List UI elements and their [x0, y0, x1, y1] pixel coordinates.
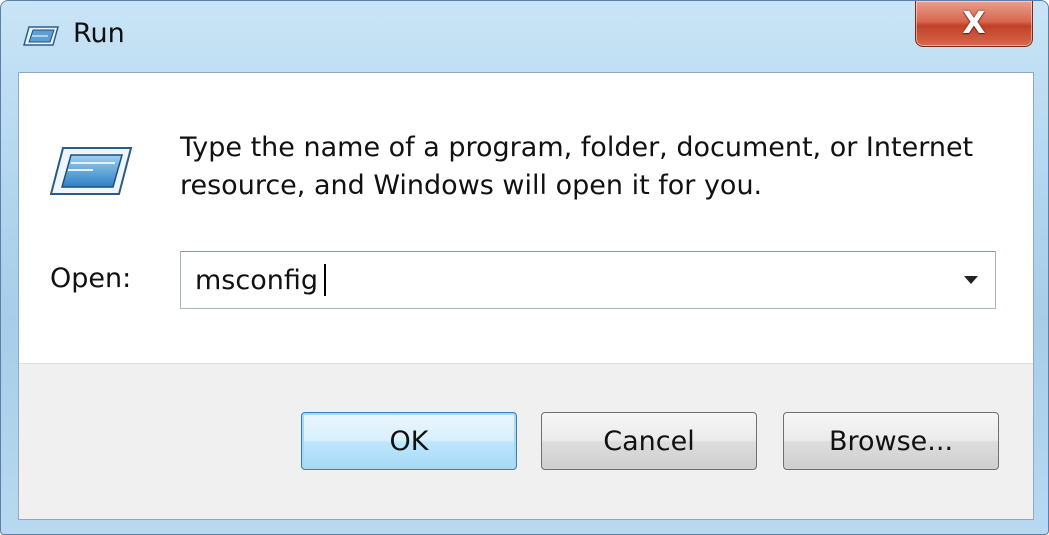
- run-dialog-window: Run X Type the name of a program, folder…: [0, 0, 1049, 535]
- open-input[interactable]: [181, 252, 941, 308]
- run-icon: [49, 145, 133, 197]
- instruction-text: Type the name of a program, folder, docu…: [180, 129, 1010, 205]
- text-cursor: [324, 264, 326, 296]
- open-label: Open:: [50, 263, 132, 294]
- ok-button[interactable]: OK: [301, 412, 517, 470]
- open-combobox[interactable]: [180, 251, 996, 309]
- content-area: Type the name of a program, folder, docu…: [19, 73, 1033, 363]
- close-button[interactable]: X: [915, 1, 1033, 47]
- instruction-line-1: Type the name of a program, folder, docu…: [180, 132, 974, 163]
- browse-button[interactable]: Browse...: [783, 412, 999, 470]
- chevron-down-icon: [964, 276, 978, 284]
- close-icon: X: [962, 5, 986, 41]
- instruction-line-2: resource, and Windows will open it for y…: [180, 170, 763, 201]
- run-icon: [23, 25, 59, 47]
- cancel-button[interactable]: Cancel: [541, 412, 757, 470]
- window-title: Run: [73, 18, 125, 49]
- dropdown-button[interactable]: [947, 252, 995, 308]
- title-bar[interactable]: Run X: [1, 1, 1048, 71]
- dialog-body: Type the name of a program, folder, docu…: [18, 72, 1034, 520]
